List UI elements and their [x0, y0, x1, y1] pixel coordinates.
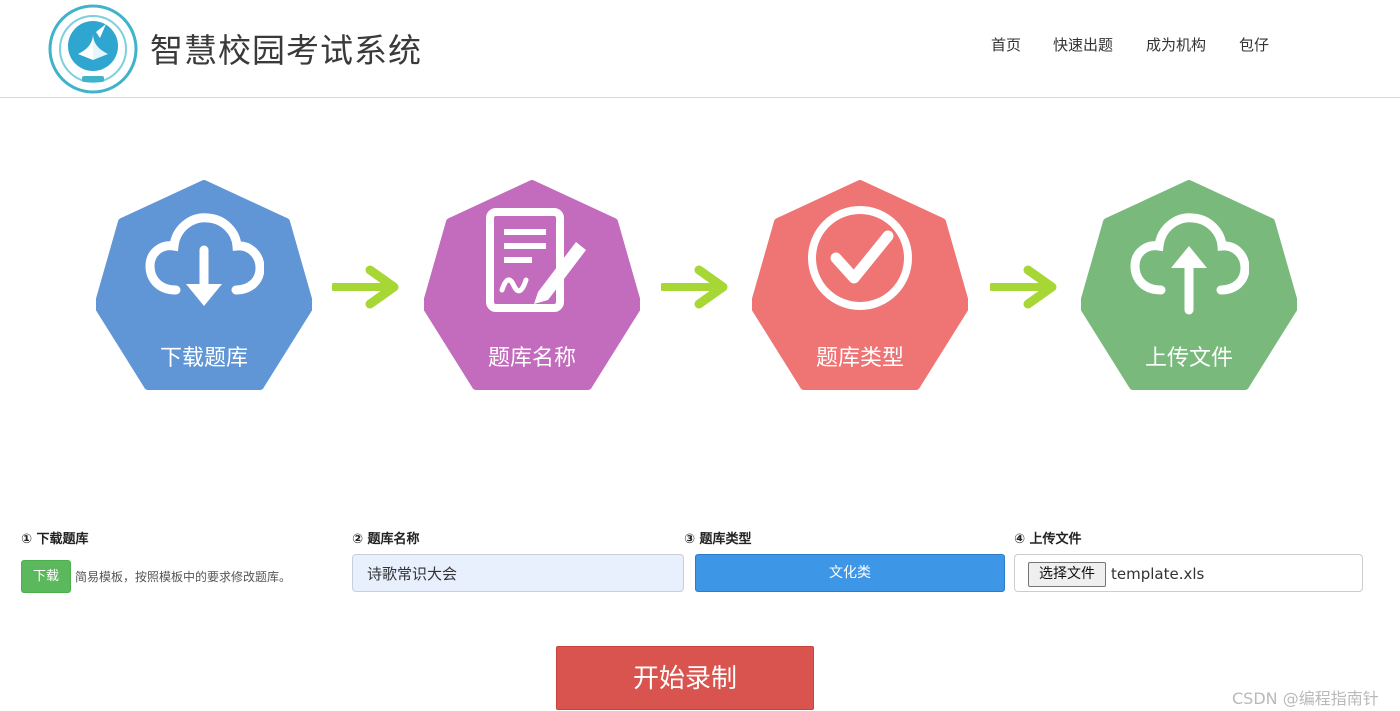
document-signature-icon: [486, 208, 586, 312]
nav-quick-questions[interactable]: 快速出题: [1053, 34, 1113, 55]
nav-home[interactable]: 首页: [991, 34, 1021, 55]
step-flow: 下载题库 题库名称 题库类型 上传文件: [0, 180, 1400, 395]
cloud-download-icon: [145, 213, 264, 306]
upload-label: ④ 上传文件: [1014, 532, 1082, 547]
arrow-right-icon: [332, 265, 399, 309]
step-label: 上传文件: [1144, 346, 1233, 371]
step-download: 下载题库: [96, 180, 312, 392]
nav-become-institution[interactable]: 成为机构: [1146, 34, 1206, 55]
top-nav: 首页 快速出题 成为机构 包仔: [0, 34, 1400, 54]
cloud-upload-icon: [1130, 213, 1249, 315]
step-label: 题库名称: [487, 346, 576, 371]
step-upload: 上传文件: [1081, 180, 1297, 392]
import-form: ① 下载题库 下载 简易模板，按照模板中的要求修改题库。 ② 题库名称 ③ 题库…: [0, 520, 1400, 610]
start-recording-button[interactable]: 开始录制: [556, 646, 814, 710]
choose-file-button[interactable]: 选择文件: [1028, 562, 1106, 587]
step-bank-name: 题库名称: [424, 180, 640, 392]
download-button[interactable]: 下载: [21, 560, 71, 593]
check-circle-icon: [808, 206, 912, 310]
file-upload-field[interactable]: 选择文件 template.xls: [1014, 554, 1363, 592]
bank-type-label: ③ 题库类型: [684, 532, 752, 547]
step-label: 题库类型: [815, 346, 904, 371]
step-label: 下载题库: [159, 346, 248, 371]
arrow-right-icon: [990, 265, 1057, 309]
selected-file-name: template.xls: [1111, 565, 1205, 583]
bank-name-input[interactable]: [352, 554, 684, 592]
top-header: 智慧校园考试系统 首页 快速出题 成为机构 包仔: [0, 0, 1400, 98]
bank-type-select[interactable]: 文化类: [695, 554, 1005, 592]
step-bank-type: 题库类型: [752, 180, 968, 392]
watermark-text: CSDN @编程指南针: [1232, 689, 1379, 708]
arrow-right-icon: [661, 265, 728, 309]
download-label: ① 下载题库: [21, 532, 89, 547]
bank-name-label: ② 题库名称: [352, 532, 420, 547]
download-hint: 简易模板，按照模板中的要求修改题库。: [75, 570, 292, 584]
nav-baozai[interactable]: 包仔: [1239, 34, 1269, 55]
